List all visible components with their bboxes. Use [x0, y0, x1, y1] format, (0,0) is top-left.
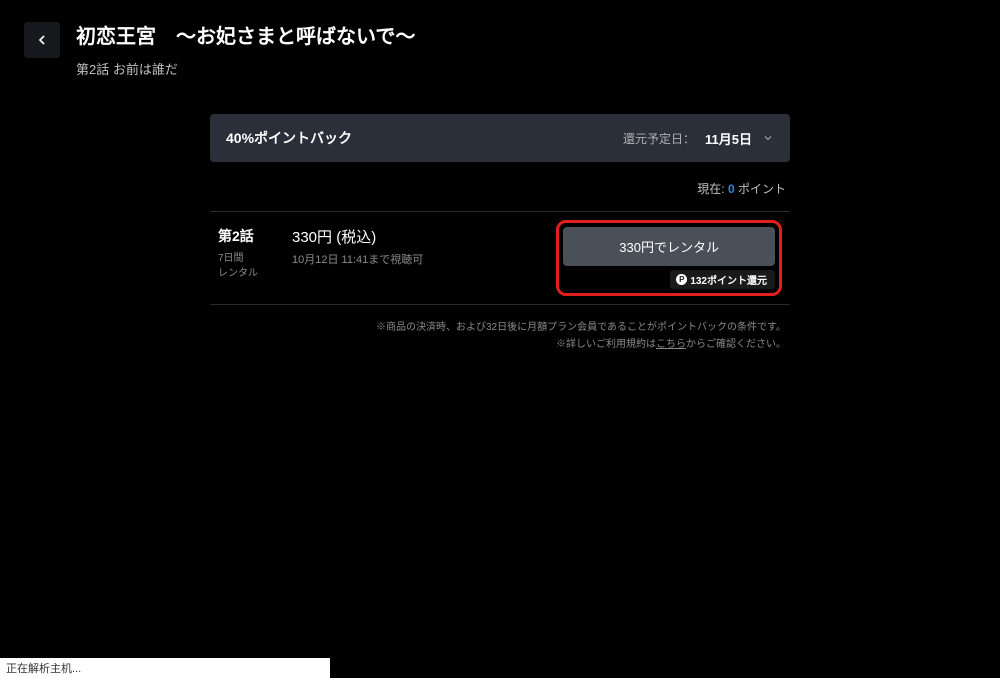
points-suffix: ポイント: [735, 182, 786, 196]
points-status: 現在: 0 ポイント: [210, 180, 790, 197]
price-info: 330円 (税込) 10月12日 11:41まで視聴可: [292, 226, 534, 267]
rental-action-highlight: 330円でレンタル P 132ポイント還元: [556, 220, 782, 296]
episode-duration: 7日間: [218, 251, 270, 266]
price-expiry: 10月12日 11:41まで視聴可: [292, 251, 534, 267]
pointback-date-value: 11月5日: [705, 129, 752, 148]
pointback-date-section: 還元予定日： 11月5日: [623, 129, 774, 148]
pointback-date-label: 還元予定日：: [623, 130, 695, 147]
footer-note-2-prefix: ※詳しいご利用規約は: [556, 339, 656, 350]
point-return-badge: P 132ポイント還元: [670, 270, 775, 289]
header-text: 初恋王宮 〜お妃さまと呼ばないで〜 第2話 お前は誰だ: [76, 20, 984, 78]
episode-info: 第2話 7日間 レンタル: [218, 226, 270, 281]
footer-notes: ※商品の決済時、および32日後に月額プラン会員であることがポイントバックの条件で…: [210, 319, 790, 353]
chevron-down-icon: [762, 132, 774, 144]
back-button[interactable]: [24, 22, 60, 58]
footer-note-1: ※商品の決済時、および32日後に月額プラン会員であることがポイントバックの条件で…: [210, 319, 786, 336]
points-value: 0: [728, 182, 735, 196]
point-icon: P: [676, 274, 687, 285]
price-value: 330円 (税込): [292, 226, 534, 247]
rental-row: 第2話 7日間 レンタル 330円 (税込) 10月12日 11:41まで視聴可…: [210, 211, 790, 305]
point-return-text: 132ポイント還元: [690, 272, 767, 287]
footer-note-2: ※詳しいご利用規約はこちらからご確認ください。: [210, 336, 786, 353]
page-subtitle: 第2話 お前は誰だ: [76, 59, 984, 78]
points-prefix: 現在:: [697, 182, 728, 196]
chevron-left-icon: [34, 32, 50, 48]
episode-number: 第2話: [218, 226, 270, 246]
episode-type: レンタル: [218, 266, 270, 281]
pointback-banner[interactable]: 40%ポイントバック 還元予定日： 11月5日: [210, 114, 790, 162]
page-title: 初恋王宮 〜お妃さまと呼ばないで〜: [76, 20, 984, 49]
footer-note-2-suffix: からご確認ください。: [686, 339, 786, 350]
terms-link[interactable]: こちら: [656, 339, 686, 350]
rental-button[interactable]: 330円でレンタル: [563, 227, 775, 266]
browser-status-bar: 正在解析主机...: [0, 658, 330, 678]
pointback-label: 40%ポイントバック: [226, 128, 352, 148]
